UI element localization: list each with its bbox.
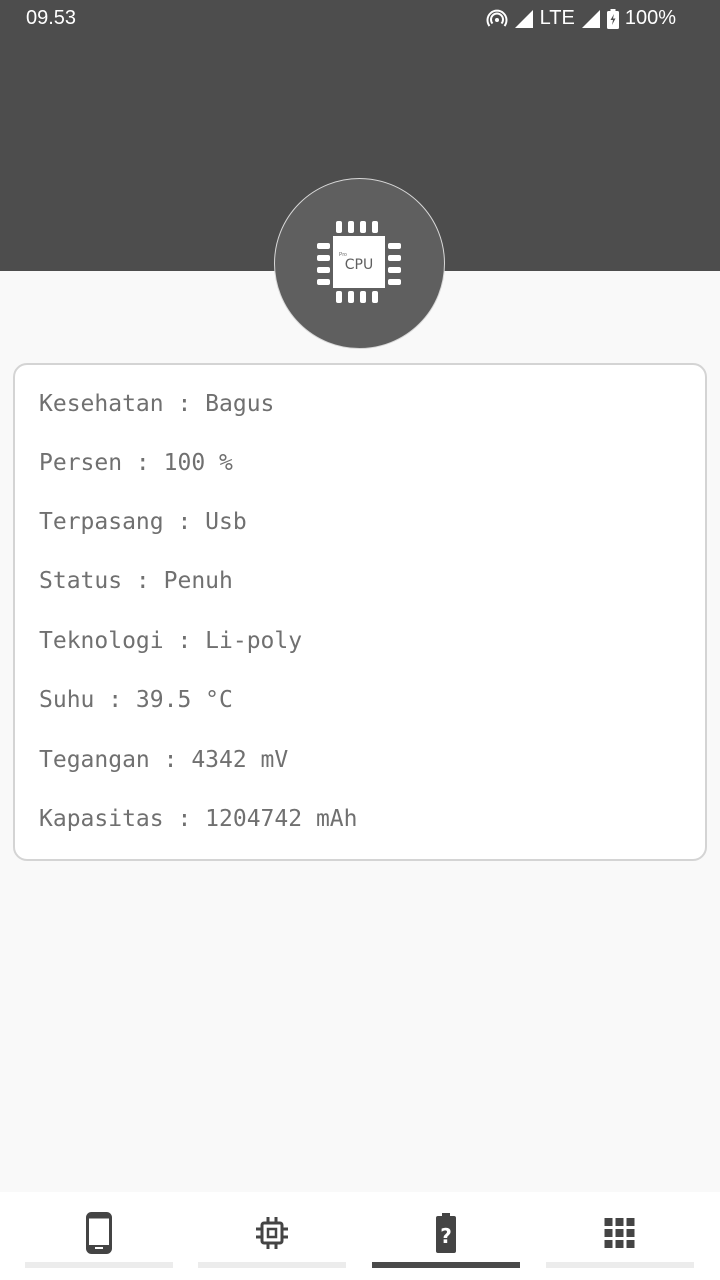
battery-percent: 100%	[624, 7, 676, 29]
signal-icon	[514, 9, 534, 29]
info-row-status: Status : Penuh	[39, 568, 233, 594]
info-row-plugged: Terpasang : Usb	[39, 509, 247, 535]
logo-text: CPU	[345, 257, 373, 273]
info-row-health: Kesehatan : Bagus	[39, 391, 275, 417]
tab-indicator	[546, 1262, 694, 1268]
battery-charging-icon	[606, 8, 619, 29]
status-bar: 09.53 LTE 100%	[0, 0, 720, 38]
bottom-navigation: ?	[0, 1192, 720, 1280]
info-row-capacity: Kapasitas : 1204742 mAh	[39, 806, 358, 832]
info-row-technology: Teknologi : Li-poly	[39, 628, 303, 654]
status-icons: LTE 100%	[486, 7, 676, 30]
tab-battery[interactable]: ?	[372, 1192, 520, 1280]
tab-apps[interactable]	[546, 1192, 694, 1280]
info-row-temperature: Suhu : 39.5 °C	[39, 687, 233, 713]
tab-indicator-active	[372, 1262, 520, 1268]
cpu-icon	[255, 1216, 289, 1254]
tab-indicator	[25, 1262, 173, 1268]
cpu-chip-icon: Pro CPU	[317, 221, 401, 303]
battery-unknown-icon: ?	[436, 1213, 456, 1257]
smartphone-icon	[86, 1212, 112, 1258]
battery-info-card: Kesehatan : Bagus Persen : 100 % Terpasa…	[13, 363, 707, 861]
signal-icon	[581, 9, 601, 29]
tab-cpu[interactable]	[198, 1192, 346, 1280]
hotspot-icon	[486, 8, 508, 30]
status-time: 09.53	[26, 7, 77, 29]
network-type: LTE	[539, 7, 575, 29]
info-row-percent: Persen : 100 %	[39, 450, 233, 476]
tab-indicator	[198, 1262, 346, 1268]
app-logo: Pro CPU	[274, 178, 445, 349]
apps-grid-icon	[604, 1218, 636, 1253]
info-row-voltage: Tegangan : 4342 mV	[39, 747, 289, 773]
tab-device[interactable]	[25, 1192, 173, 1280]
svg-text:?: ?	[440, 1224, 452, 1248]
